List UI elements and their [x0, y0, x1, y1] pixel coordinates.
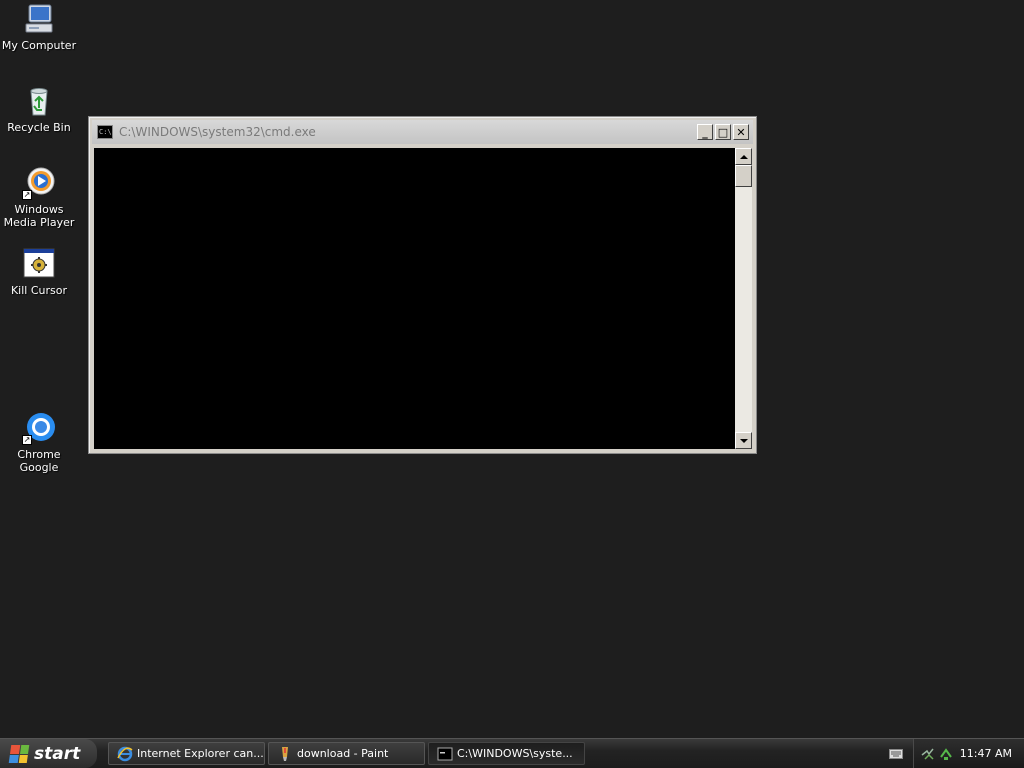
network-icon[interactable] — [921, 747, 937, 761]
paint-icon — [277, 746, 293, 762]
cmd-window: C:\ C:\WINDOWS\system32\cmd.exe _ □ ✕ — [88, 116, 757, 454]
cmd-icon — [437, 746, 453, 762]
windows-logo-icon — [8, 744, 30, 763]
scroll-thumb[interactable] — [735, 165, 752, 187]
shortcut-arrow-icon: ↗ — [22, 190, 32, 200]
start-label: start — [34, 743, 81, 764]
recycle-bin-icon — [22, 84, 56, 118]
clock[interactable]: 11:47 AM — [960, 747, 1012, 760]
keyboard-icon[interactable] — [889, 748, 903, 759]
shortcut-arrow-icon: ↗ — [22, 435, 32, 445]
desktop-icon-windows-media-player[interactable]: ↗ Windows Media Player — [0, 166, 78, 229]
desktop-icon-label: Recycle Bin — [7, 121, 71, 134]
maximize-button[interactable]: □ — [715, 124, 731, 140]
task-label: download - Paint — [297, 747, 389, 760]
kill-cursor-icon — [22, 247, 56, 281]
desktop-icon-my-computer[interactable]: My Computer — [0, 2, 78, 52]
taskbar-item-cmd[interactable]: C:\WINDOWS\syste... — [428, 742, 585, 765]
desktop-icon-label: Kill Cursor — [10, 284, 68, 297]
desktop-icon-chrome-google[interactable]: ↗ Chrome Google — [0, 411, 78, 474]
arrow-down-icon — [739, 438, 748, 443]
safely-remove-hardware-icon[interactable] — [939, 747, 953, 761]
arrow-up-icon — [739, 154, 748, 159]
my-computer-icon — [22, 2, 56, 36]
window-title: C:\WINDOWS\system32\cmd.exe — [119, 125, 316, 139]
vertical-scrollbar[interactable] — [735, 148, 752, 449]
scroll-up-button[interactable] — [735, 148, 752, 165]
desktop-icon-label: Chrome Google — [17, 448, 61, 474]
minimize-button[interactable]: _ — [697, 124, 713, 140]
cmd-icon[interactable]: C:\ — [97, 125, 113, 139]
taskbar: start Internet Explorer can... download … — [0, 738, 1024, 768]
taskbar-item-internet-explorer[interactable]: Internet Explorer can... — [108, 742, 265, 765]
task-label: C:\WINDOWS\syste... — [457, 747, 573, 760]
task-label: Internet Explorer can... — [137, 747, 264, 760]
title-bar[interactable]: C:\ C:\WINDOWS\system32\cmd.exe _ □ ✕ — [92, 120, 753, 144]
console-output[interactable] — [94, 148, 735, 449]
desktop-icon-label: My Computer — [1, 39, 77, 52]
windows-media-player-icon: ↗ — [22, 166, 56, 200]
desktop-icon-recycle-bin[interactable]: Recycle Bin — [0, 84, 78, 134]
system-tray: 11:47 AM — [889, 739, 1024, 768]
close-button[interactable]: ✕ — [733, 124, 749, 140]
start-button[interactable]: start — [0, 739, 97, 768]
taskbar-item-paint[interactable]: download - Paint — [268, 742, 425, 765]
desktop-icon-kill-cursor[interactable]: Kill Cursor — [0, 247, 78, 297]
desktop-icon-label: Windows Media Player — [3, 203, 75, 229]
chrome-icon: ↗ — [22, 411, 56, 445]
scroll-down-button[interactable] — [735, 432, 752, 449]
internet-explorer-icon — [117, 746, 133, 762]
